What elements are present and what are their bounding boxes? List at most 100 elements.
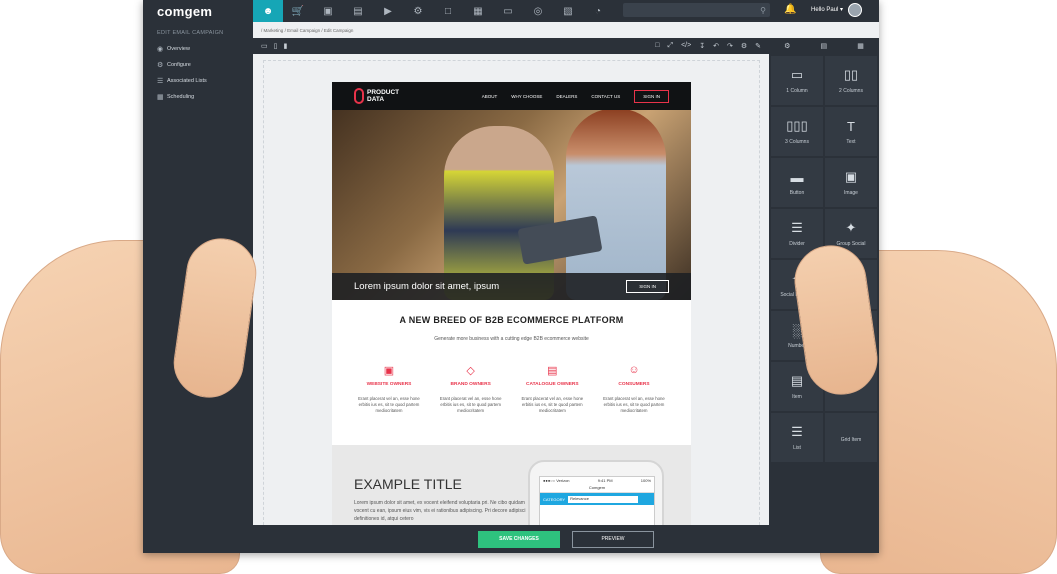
- mobile-view-icon[interactable]: ▮: [283, 42, 287, 50]
- woman-figure: [566, 108, 666, 300]
- cart-icon[interactable]: 🛒: [283, 0, 313, 22]
- feature-item: ▤ CATALOGUE OWNERS Erant placerat vel an…: [517, 364, 587, 414]
- brush-icon[interactable]: ✎: [755, 42, 761, 50]
- preview-button[interactable]: PREVIEW: [572, 530, 654, 548]
- phone-filter-bar: CATEGORY Relevance: [540, 493, 654, 505]
- tag-icon: ◇: [466, 365, 475, 377]
- item-card-icon: ▤: [790, 373, 804, 388]
- breadcrumb-item[interactable]: Email Campaign: [287, 28, 320, 33]
- user-icon[interactable]: ☻: [253, 0, 283, 22]
- feature-item: ▣ WEBSITE OWNERS Erant placerat vel an, …: [354, 364, 424, 414]
- globe-icon[interactable]: ◎: [523, 0, 553, 22]
- hero-image[interactable]: PRODUCT DATA ABOUT WHY CHOOSE DEALERS CO…: [332, 82, 691, 300]
- save-changes-button[interactable]: SAVE CHANGES: [478, 530, 560, 548]
- avatar[interactable]: [848, 3, 862, 17]
- sidebar-item-configure[interactable]: ⚙ Configure: [143, 57, 253, 73]
- block-label: Item: [792, 394, 802, 400]
- block-list[interactable]: ☰ List: [771, 413, 823, 462]
- grid-icon[interactable]: ▦: [857, 42, 864, 50]
- block-three-columns[interactable]: ▯▯▯ 3 Columns: [771, 107, 823, 156]
- email-preview[interactable]: PRODUCT DATA ABOUT WHY CHOOSE DEALERS CO…: [332, 82, 691, 525]
- desktop-view-icon[interactable]: ▭: [261, 42, 268, 50]
- feature-item: ◇ BRAND OWNERS Erant placerat vel an, es…: [436, 364, 506, 414]
- bag-icon[interactable]: ▦: [463, 0, 493, 22]
- email-nav-about[interactable]: ABOUT: [482, 94, 498, 99]
- monitor-icon[interactable]: ▭: [493, 0, 523, 22]
- section-title: A NEW BREED OF B2B ECOMMERCE PLATFORM: [399, 315, 624, 325]
- email-nav-dealers[interactable]: DEALERS: [556, 94, 577, 99]
- gear-icon[interactable]: ⚙: [784, 42, 790, 50]
- top-navigation-bar: comgem ☻ 🛒 ▣ ▤ ▶ ⚙ □ ▦ ▭ ◎ ▧ ◔ ⚲ 🔔 Hello…: [143, 0, 879, 22]
- browser-icon: ▣: [383, 365, 395, 377]
- block-image[interactable]: ▣ Image: [825, 158, 877, 207]
- breadcrumb-separator: /: [321, 27, 323, 33]
- breadcrumb-separator: /: [284, 27, 286, 33]
- sidebar-item-overview[interactable]: ◉ Overview: [143, 41, 253, 57]
- email-nav-contact[interactable]: CONTACT US: [591, 94, 620, 99]
- hero-signin-button[interactable]: SIGN IN: [626, 280, 669, 293]
- fullscreen-icon[interactable]: ⤢: [667, 42, 673, 50]
- example-section[interactable]: EXAMPLE TITLE Lorem ipsum dolor sit amet…: [332, 445, 691, 525]
- text-icon: T: [847, 118, 855, 134]
- block-text[interactable]: T Text: [825, 107, 877, 156]
- list-icon: ☰: [791, 424, 803, 439]
- document-icon[interactable]: ▧: [553, 0, 583, 22]
- brand-logo: PRODUCT DATA: [332, 88, 399, 104]
- box-icon[interactable]: ▣: [313, 0, 343, 22]
- undo-icon[interactable]: ↶: [713, 42, 719, 50]
- intro-section[interactable]: A NEW BREED OF B2B ECOMMERCE PLATFORM Ge…: [332, 300, 691, 445]
- gear-icon[interactable]: ⚙: [403, 0, 433, 22]
- square-icon[interactable]: □: [655, 42, 659, 50]
- code-icon[interactable]: </>: [681, 42, 691, 50]
- block-two-columns[interactable]: ▯▯ 2 Columns: [825, 56, 877, 105]
- email-signin-button[interactable]: SIGN IN: [634, 89, 669, 103]
- gear-icon: ⚙: [157, 62, 164, 69]
- feature-name: CONSUMERS: [618, 382, 650, 387]
- redo-icon[interactable]: ↷: [727, 42, 733, 50]
- user-menu[interactable]: Hello Paul ▾: [811, 6, 843, 13]
- block-label: Text: [846, 138, 856, 145]
- block-label: Divider: [789, 241, 805, 247]
- bell-icon[interactable]: 🔔: [784, 4, 796, 15]
- clipboard-icon[interactable]: ▤: [343, 0, 373, 22]
- search-icon[interactable]: ⚲: [760, 6, 766, 15]
- hero-caption-bar: Lorem ipsum dolor sit amet, ipsum SIGN I…: [332, 273, 691, 300]
- download-icon[interactable]: ↧: [699, 42, 705, 50]
- block-one-column[interactable]: ▭ 1 Column: [771, 56, 823, 105]
- block-label: List: [793, 445, 801, 451]
- hero-text: Lorem ipsum dolor sit amet, ipsum: [354, 281, 500, 292]
- block-label: 1 Column: [786, 88, 808, 94]
- email-nav-why-choose[interactable]: WHY CHOOSE: [511, 94, 542, 99]
- sidebar-title: EDIT EMAIL CAMPAIGN: [157, 30, 224, 36]
- sidebar-item-label: Scheduling: [167, 94, 195, 100]
- sidebar-item-scheduling[interactable]: ▦ Scheduling: [143, 89, 253, 105]
- phone-app-title: Comgem: [540, 485, 654, 493]
- top-nav-icons: ☻ 🛒 ▣ ▤ ▶ ⚙ □ ▦ ▭ ◎ ▧ ◔: [253, 0, 613, 22]
- breadcrumb: / Marketing / Email Campaign / Edit Camp…: [253, 22, 879, 38]
- search-input[interactable]: ⚲: [623, 3, 770, 17]
- brand-mark-icon: [354, 88, 364, 104]
- layers-icon[interactable]: ▤: [821, 42, 828, 50]
- gear-icon[interactable]: ⚙: [741, 42, 747, 50]
- tablet-view-icon[interactable]: ▯: [274, 42, 278, 50]
- app-logo[interactable]: comgem: [143, 4, 253, 19]
- sidebar-item-label: Overview: [167, 46, 190, 52]
- chart-icon[interactable]: ◔: [583, 0, 613, 22]
- example-title: EXAMPLE TITLE: [354, 476, 462, 492]
- breadcrumb-item[interactable]: Marketing: [264, 28, 284, 33]
- megaphone-icon[interactable]: ▶: [373, 0, 403, 22]
- feature-name: WEBSITE OWNERS: [366, 382, 412, 387]
- email-header-nav: PRODUCT DATA ABOUT WHY CHOOSE DEALERS CO…: [332, 82, 691, 110]
- brand-line-1: PRODUCT: [367, 89, 400, 96]
- sidebar-item-associated-lists[interactable]: ☰ Associated Lists: [143, 73, 253, 89]
- two-columns-icon: ▯▯: [843, 67, 859, 82]
- block-button[interactable]: ▬ Button: [771, 158, 823, 207]
- feature-text: Erant placerat vel an, esse hone erbitis…: [358, 396, 420, 413]
- phone-bar-label: CATEGORY: [543, 496, 566, 502]
- one-column-icon: ▭: [790, 67, 804, 82]
- block-label: Button: [789, 189, 805, 196]
- person-icon: ☺: [628, 364, 640, 376]
- folder-icon[interactable]: □: [433, 0, 463, 22]
- block-grid-item[interactable]: Grid Item: [825, 413, 877, 462]
- three-columns-icon: ▯▯▯: [786, 118, 808, 133]
